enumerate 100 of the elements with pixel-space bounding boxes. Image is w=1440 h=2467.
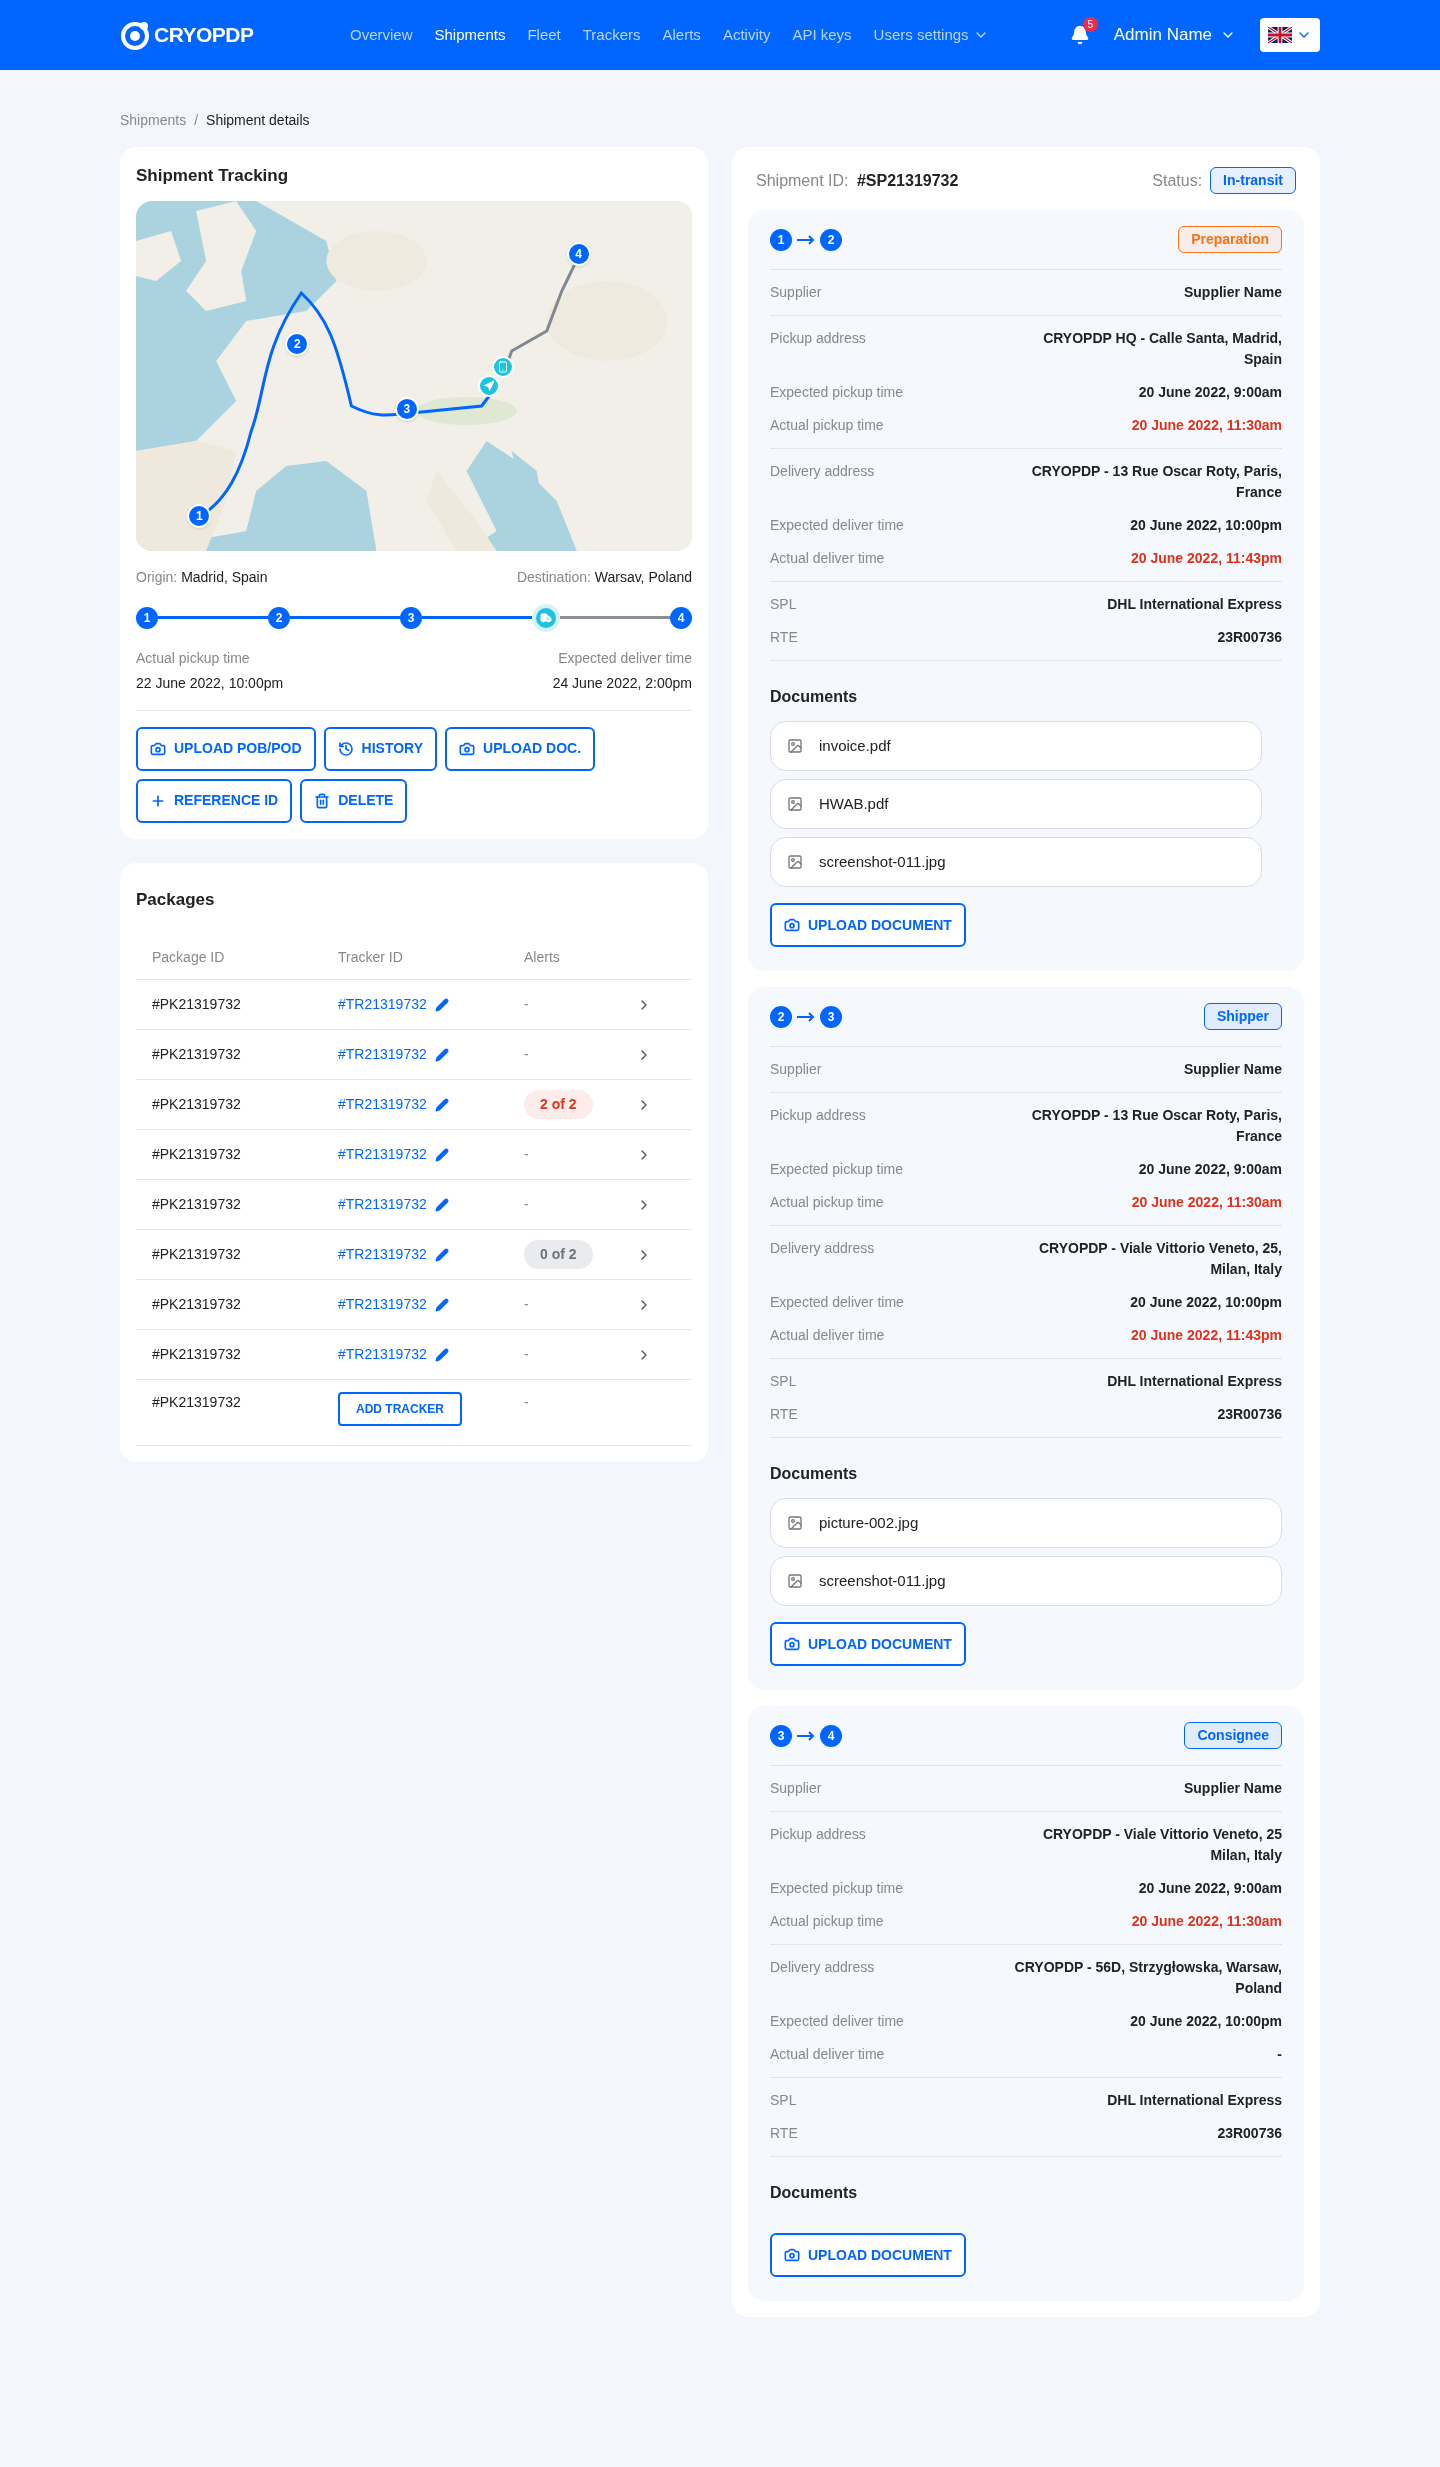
camera-icon xyxy=(784,2247,800,2263)
field-value: - xyxy=(1277,2045,1282,2064)
document-item[interactable]: picture-002.jpg xyxy=(770,1498,1282,1548)
section-title: Documents xyxy=(770,1464,859,1484)
language-selector[interactable] xyxy=(1260,18,1320,52)
field-label: Expected pickup time xyxy=(770,1160,904,1179)
upload-document-button[interactable]: UPLOAD DOCUMENT xyxy=(770,2233,966,2277)
tracker-link[interactable]: #TR21319732 xyxy=(338,1094,427,1115)
edit-icon[interactable] xyxy=(434,1197,449,1212)
arrow-icon xyxy=(796,1011,816,1022)
nav-link[interactable]: Overview xyxy=(350,23,413,47)
field-value: 20 June 2022, 11:30am xyxy=(1131,416,1282,435)
nav-link[interactable]: Trackers xyxy=(582,23,641,47)
upload-document-button[interactable]: UPLOAD DOCUMENT xyxy=(770,1622,966,1666)
image-icon xyxy=(787,796,803,812)
arrow-icon xyxy=(796,1730,816,1741)
tracker-link[interactable]: #TR21319732 xyxy=(338,1144,427,1165)
status-badge: In-transit xyxy=(1210,167,1296,194)
tracker-link[interactable]: #TR21319732 xyxy=(338,1294,427,1315)
package-id: #PK21319732 xyxy=(152,1095,242,1114)
field-label: Pickup address xyxy=(770,1106,866,1125)
field-label: SPL xyxy=(770,1372,797,1391)
edit-icon[interactable] xyxy=(434,1247,449,1262)
edit-icon[interactable] xyxy=(434,1047,449,1062)
deliver-time: 24 June 2022, 2:00pm xyxy=(552,673,692,693)
field-label: SPL xyxy=(770,595,797,614)
column-header: Alerts xyxy=(524,948,561,967)
tracker-link[interactable]: #TR21319732 xyxy=(338,1044,427,1065)
tracker-link[interactable]: #TR21319732 xyxy=(338,1194,427,1215)
action-button[interactable]: UPLOAD POB/POD xyxy=(136,726,316,771)
field-label: Delivery address xyxy=(770,462,875,481)
edit-icon[interactable] xyxy=(434,1347,449,1362)
user-menu[interactable]: Admin Name xyxy=(1113,22,1236,48)
field-value: 20 June 2022, 11:43pm xyxy=(1131,549,1282,568)
role-badge: Shipper xyxy=(1203,1003,1282,1030)
step-marker: 2 xyxy=(268,606,290,629)
camera-icon xyxy=(784,1636,800,1652)
step-marker: 1 xyxy=(136,606,158,629)
action-button[interactable]: HISTORY xyxy=(323,726,438,771)
field-value: 20 June 2022, 10:00pm xyxy=(1130,1293,1282,1312)
camera-icon xyxy=(784,917,800,933)
nav-link[interactable]: Activity xyxy=(722,23,771,47)
field-value: CRYOPDP - Viale Vittorio Veneto, 25, Milan, Italy xyxy=(1038,1239,1282,1279)
field-label: Pickup address xyxy=(770,329,866,348)
tracker-link[interactable]: #TR21319732 xyxy=(338,1244,427,1265)
nav-link[interactable]: Shipments xyxy=(434,23,506,47)
nav-link[interactable]: Fleet xyxy=(527,23,561,47)
alert-empty: - xyxy=(524,1045,529,1064)
breadcrumb-link[interactable]: Shipment details xyxy=(206,110,310,131)
alert-empty: - xyxy=(524,1195,529,1214)
add-tracker-button[interactable]: ADD TRACKER xyxy=(338,1392,462,1426)
breadcrumb-separator: / xyxy=(194,111,199,130)
field-label: Supplier xyxy=(770,283,822,302)
field-value: CRYOPDP HQ - Calle Santa, Madrid, Spain xyxy=(1042,329,1282,369)
document-item[interactable]: HWAB.pdf xyxy=(770,779,1262,829)
document-item[interactable]: invoice.pdf xyxy=(770,721,1262,771)
field-label: Pickup address xyxy=(770,1825,866,1844)
action-button[interactable]: DELETE xyxy=(300,778,408,823)
document-item[interactable]: screenshot-011.jpg xyxy=(770,837,1262,887)
step-marker: 2 xyxy=(820,228,842,251)
edit-icon[interactable] xyxy=(434,1297,449,1312)
upload-document-button[interactable]: UPLOAD DOCUMENT xyxy=(770,903,966,947)
history-icon xyxy=(337,740,354,757)
nav-link[interactable]: Alerts xyxy=(662,23,701,47)
field-label: Delivery address xyxy=(770,1239,875,1258)
field-label: Actual deliver time xyxy=(770,2045,885,2064)
step-marker: 4 xyxy=(670,606,692,629)
action-button[interactable]: UPLOAD DOC. xyxy=(445,726,596,771)
breadcrumb-link[interactable]: Shipments xyxy=(120,110,187,131)
field-value: 20 June 2022, 11:43pm xyxy=(1131,1326,1282,1345)
step-marker: 3 xyxy=(400,606,422,629)
document-name: picture-002.jpg xyxy=(819,1512,919,1533)
field-value: 23R00736 xyxy=(1217,628,1282,647)
field-value: CRYOPDP - 56D, Strzygłowska, Warsaw, Poland xyxy=(1013,1958,1282,1998)
edit-icon[interactable] xyxy=(434,1097,449,1112)
origin-text: Origin: Madrid, Spain xyxy=(136,567,268,587)
navigation-icon xyxy=(482,380,495,392)
package-id: #PK21319732 xyxy=(152,1145,242,1164)
package-id: #PK21319732 xyxy=(152,1245,242,1264)
edit-icon[interactable] xyxy=(434,997,449,1012)
nav-link[interactable]: Users settings xyxy=(873,23,989,47)
field-value: DHL International Express xyxy=(1107,1372,1282,1391)
column-header: Tracker ID xyxy=(338,948,404,967)
bell-icon[interactable] xyxy=(1069,25,1090,45)
field-label: Expected deliver time xyxy=(770,2012,904,2031)
tracker-link[interactable]: #TR21319732 xyxy=(338,1344,427,1365)
image-icon xyxy=(787,854,803,870)
action-button[interactable]: REFERENCE ID xyxy=(136,778,293,823)
nav-link[interactable]: API keys xyxy=(792,23,852,47)
tracker-link[interactable]: #TR21319732 xyxy=(338,994,427,1015)
document-item[interactable]: screenshot-011.jpg xyxy=(770,1556,1282,1606)
edit-icon[interactable] xyxy=(434,1147,449,1162)
field-value: 20 June 2022, 9:00am xyxy=(1138,1160,1282,1179)
trash-icon xyxy=(314,792,331,809)
document-name: HWAB.pdf xyxy=(819,793,889,814)
field-value: 23R00736 xyxy=(1217,2124,1282,2143)
phone-icon xyxy=(496,361,509,374)
role-badge: Preparation xyxy=(1178,226,1282,253)
flag-icon xyxy=(1268,27,1292,43)
field-label: RTE xyxy=(770,1405,798,1424)
